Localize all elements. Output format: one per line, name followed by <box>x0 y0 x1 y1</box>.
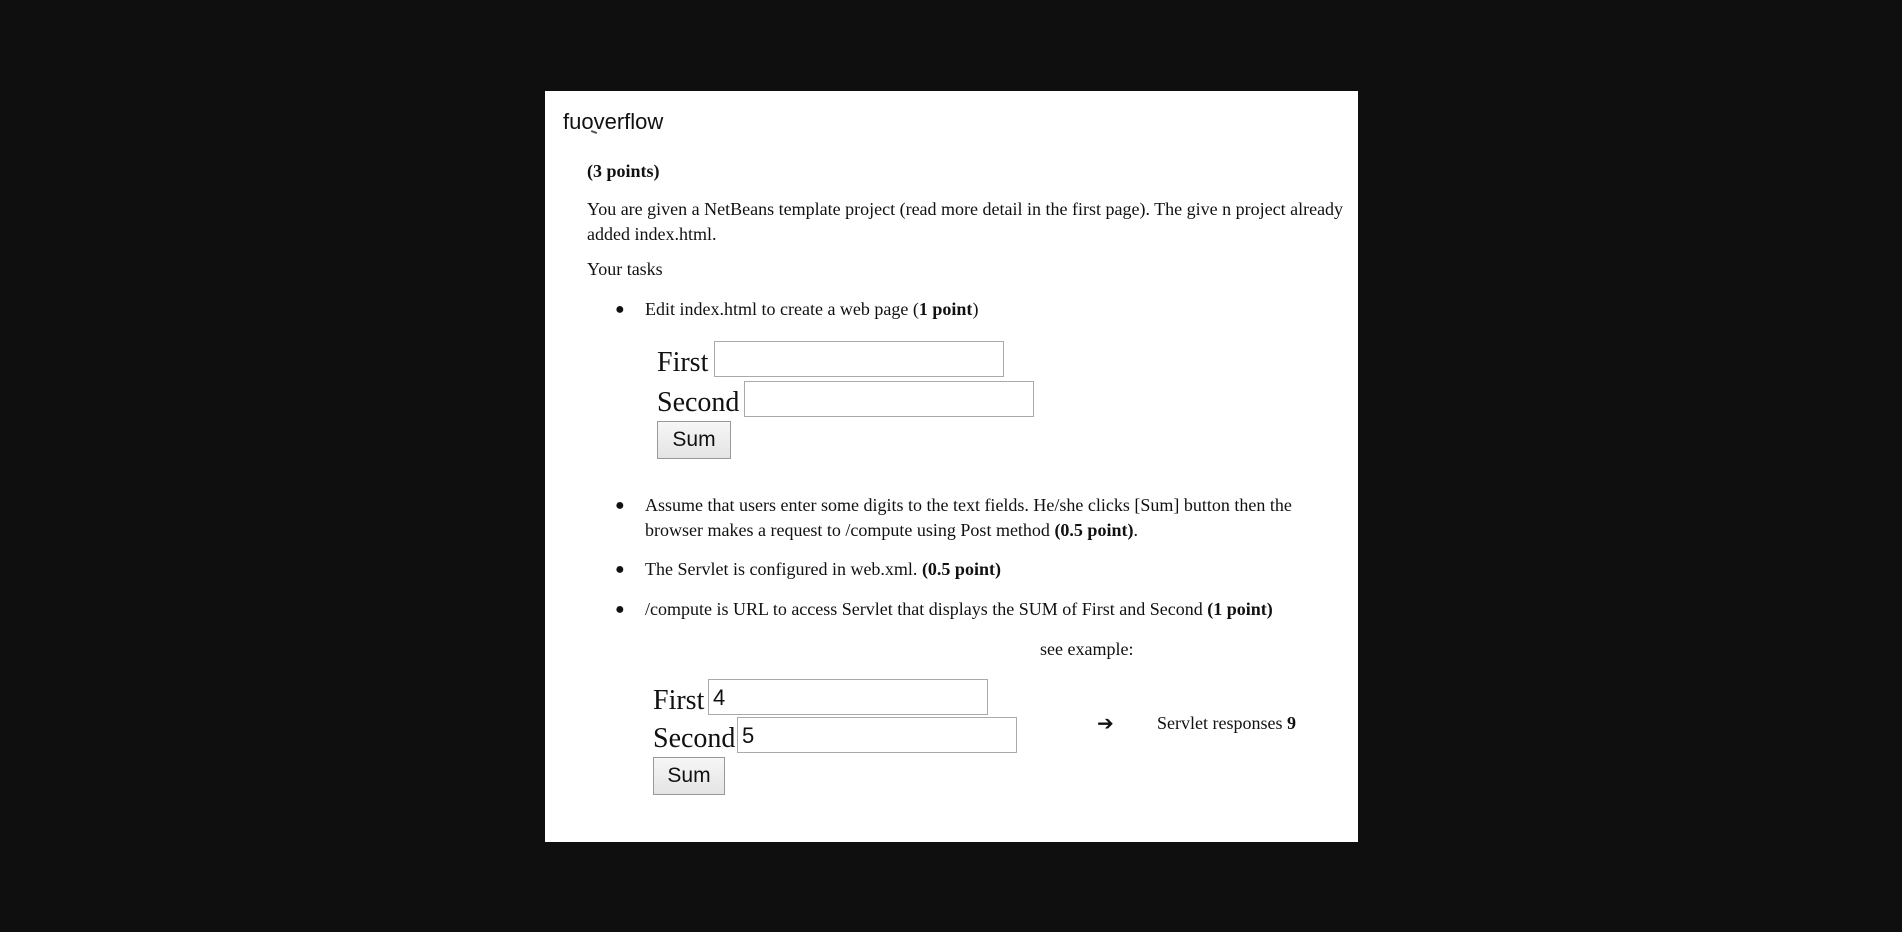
site-name: fuoverflow <box>563 109 664 134</box>
second-input[interactable] <box>744 381 1034 417</box>
task-points: (0.5 point) <box>1054 520 1134 540</box>
task-tail: . <box>1133 520 1138 540</box>
task-text: /compute is URL to access Servlet that d… <box>645 599 1208 619</box>
document-page: fuoverflow (3 points) You are given a Ne… <box>545 91 1358 842</box>
second-input[interactable]: 5 <box>737 717 1017 753</box>
see-example-label: see example: <box>1040 639 1134 659</box>
bullet-icon: ● <box>615 601 625 618</box>
task-text: Edit index.html to create a web page ( <box>645 299 919 319</box>
arrow-right-icon: ➔ <box>1097 711 1114 735</box>
second-label: Second <box>657 387 740 418</box>
task-points: (1 point) <box>1207 599 1273 619</box>
tasks-label: Your tasks <box>587 259 663 279</box>
response-text: Servlet responses <box>1157 713 1287 733</box>
task-tail: ) <box>972 299 979 319</box>
sum-button[interactable]: Sum <box>653 757 725 795</box>
first-label: First <box>657 347 709 378</box>
second-label: Second <box>653 723 736 754</box>
response-value: 9 <box>1286 713 1296 733</box>
points-heading: (3 points) <box>587 161 660 181</box>
first-input[interactable] <box>714 341 1004 377</box>
first-input[interactable]: 4 <box>708 679 988 715</box>
bullet-icon: ● <box>615 561 625 578</box>
task-points: (0.5 point) <box>921 559 1001 579</box>
first-label: First <box>653 685 705 716</box>
bullet-icon: ● <box>615 301 625 318</box>
sum-button[interactable]: Sum <box>657 421 731 459</box>
task-points: 1 point <box>918 299 973 319</box>
intro-paragraph: You are given a NetBeans template projec… <box>587 199 1344 244</box>
bullet-icon: ● <box>615 497 625 514</box>
task-text: Assume that users enter some digits to t… <box>645 495 1292 540</box>
servlet-response: Servlet responses 9 <box>1157 713 1296 734</box>
task-text: The Servlet is configured in web.xml. <box>645 559 922 579</box>
